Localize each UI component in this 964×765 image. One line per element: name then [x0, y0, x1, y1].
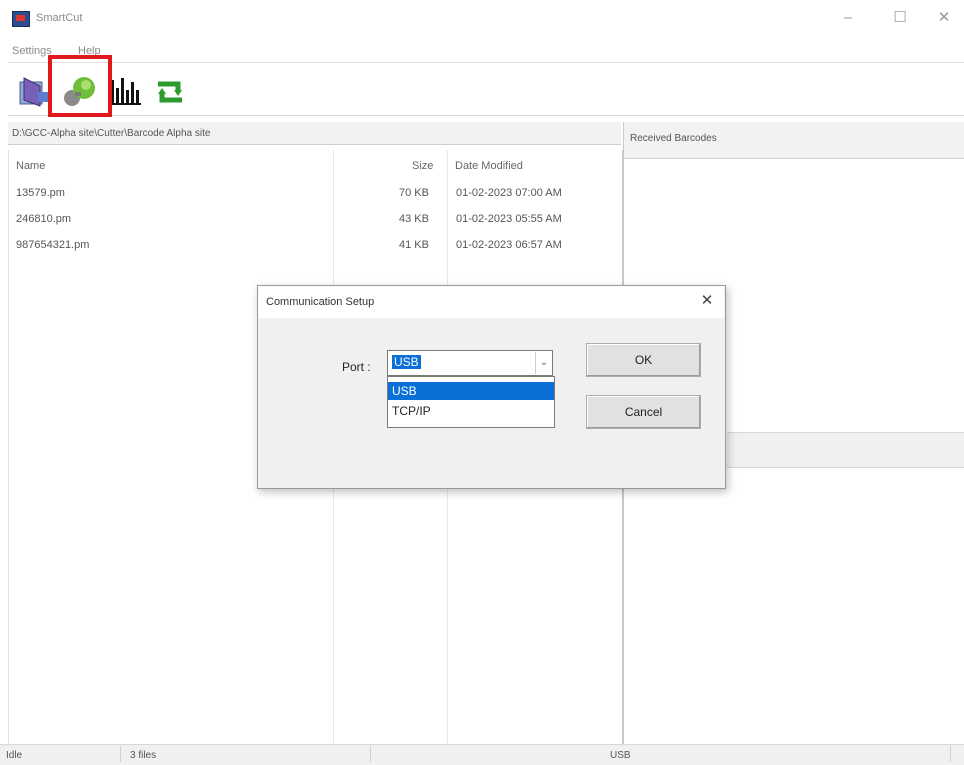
minimize-button[interactable]: – [836, 8, 860, 28]
window-title: SmartCut [36, 12, 83, 24]
chevron-down-icon[interactable]: ⌄ [535, 352, 552, 374]
maximize-button[interactable]: ☐ [888, 8, 912, 28]
port-option-tcpip[interactable]: TCP/IP [388, 401, 554, 421]
file-row-size: 41 KB [399, 239, 429, 251]
status-connection: USB [610, 750, 631, 761]
status-divider [950, 746, 951, 762]
port-label: Port : [342, 360, 371, 374]
file-row-size: 43 KB [399, 213, 429, 225]
barcode-icon [110, 78, 141, 105]
port-select-value[interactable]: USB [392, 355, 421, 369]
column-header-date[interactable]: Date Modified [455, 160, 523, 172]
close-button[interactable]: ✕ [932, 8, 956, 28]
received-barcodes-label: Received Barcodes [630, 133, 717, 144]
refresh-icon [158, 81, 182, 103]
status-divider [120, 746, 121, 762]
menu-bar [0, 40, 964, 62]
barcode-button[interactable] [108, 72, 146, 110]
file-row-date: 01-02-2023 05:55 AM [456, 213, 562, 225]
file-row-size: 70 KB [399, 187, 429, 199]
dialog-close-button[interactable]: ✕ [697, 291, 717, 311]
status-state: Idle [6, 750, 23, 761]
app-icon [12, 11, 30, 27]
ok-button[interactable]: OK [586, 343, 701, 377]
file-row-name[interactable]: 13579.pm [16, 187, 65, 199]
column-header-name[interactable]: Name [16, 160, 45, 172]
status-divider [370, 746, 371, 762]
status-file-count: 3 files [130, 750, 157, 761]
highlight-box [48, 55, 112, 117]
file-row-date: 01-02-2023 06:57 AM [456, 239, 562, 251]
title-bar [0, 0, 964, 40]
cancel-button[interactable]: Cancel [586, 395, 701, 429]
file-row-date: 01-02-2023 07:00 AM [456, 187, 562, 199]
menu-settings[interactable]: Settings [12, 45, 52, 57]
current-path: D:\GCC-Alpha site\Cutter\Barcode Alpha s… [12, 128, 211, 139]
file-row-name[interactable]: 246810.pm [16, 213, 71, 225]
file-row-name[interactable]: 987654321.pm [16, 239, 89, 251]
refresh-button[interactable] [152, 72, 190, 110]
port-option-usb[interactable]: USB [388, 382, 554, 400]
dialog-title: Communication Setup [266, 296, 375, 308]
column-header-size[interactable]: Size [412, 160, 433, 172]
received-input-band [727, 432, 964, 468]
